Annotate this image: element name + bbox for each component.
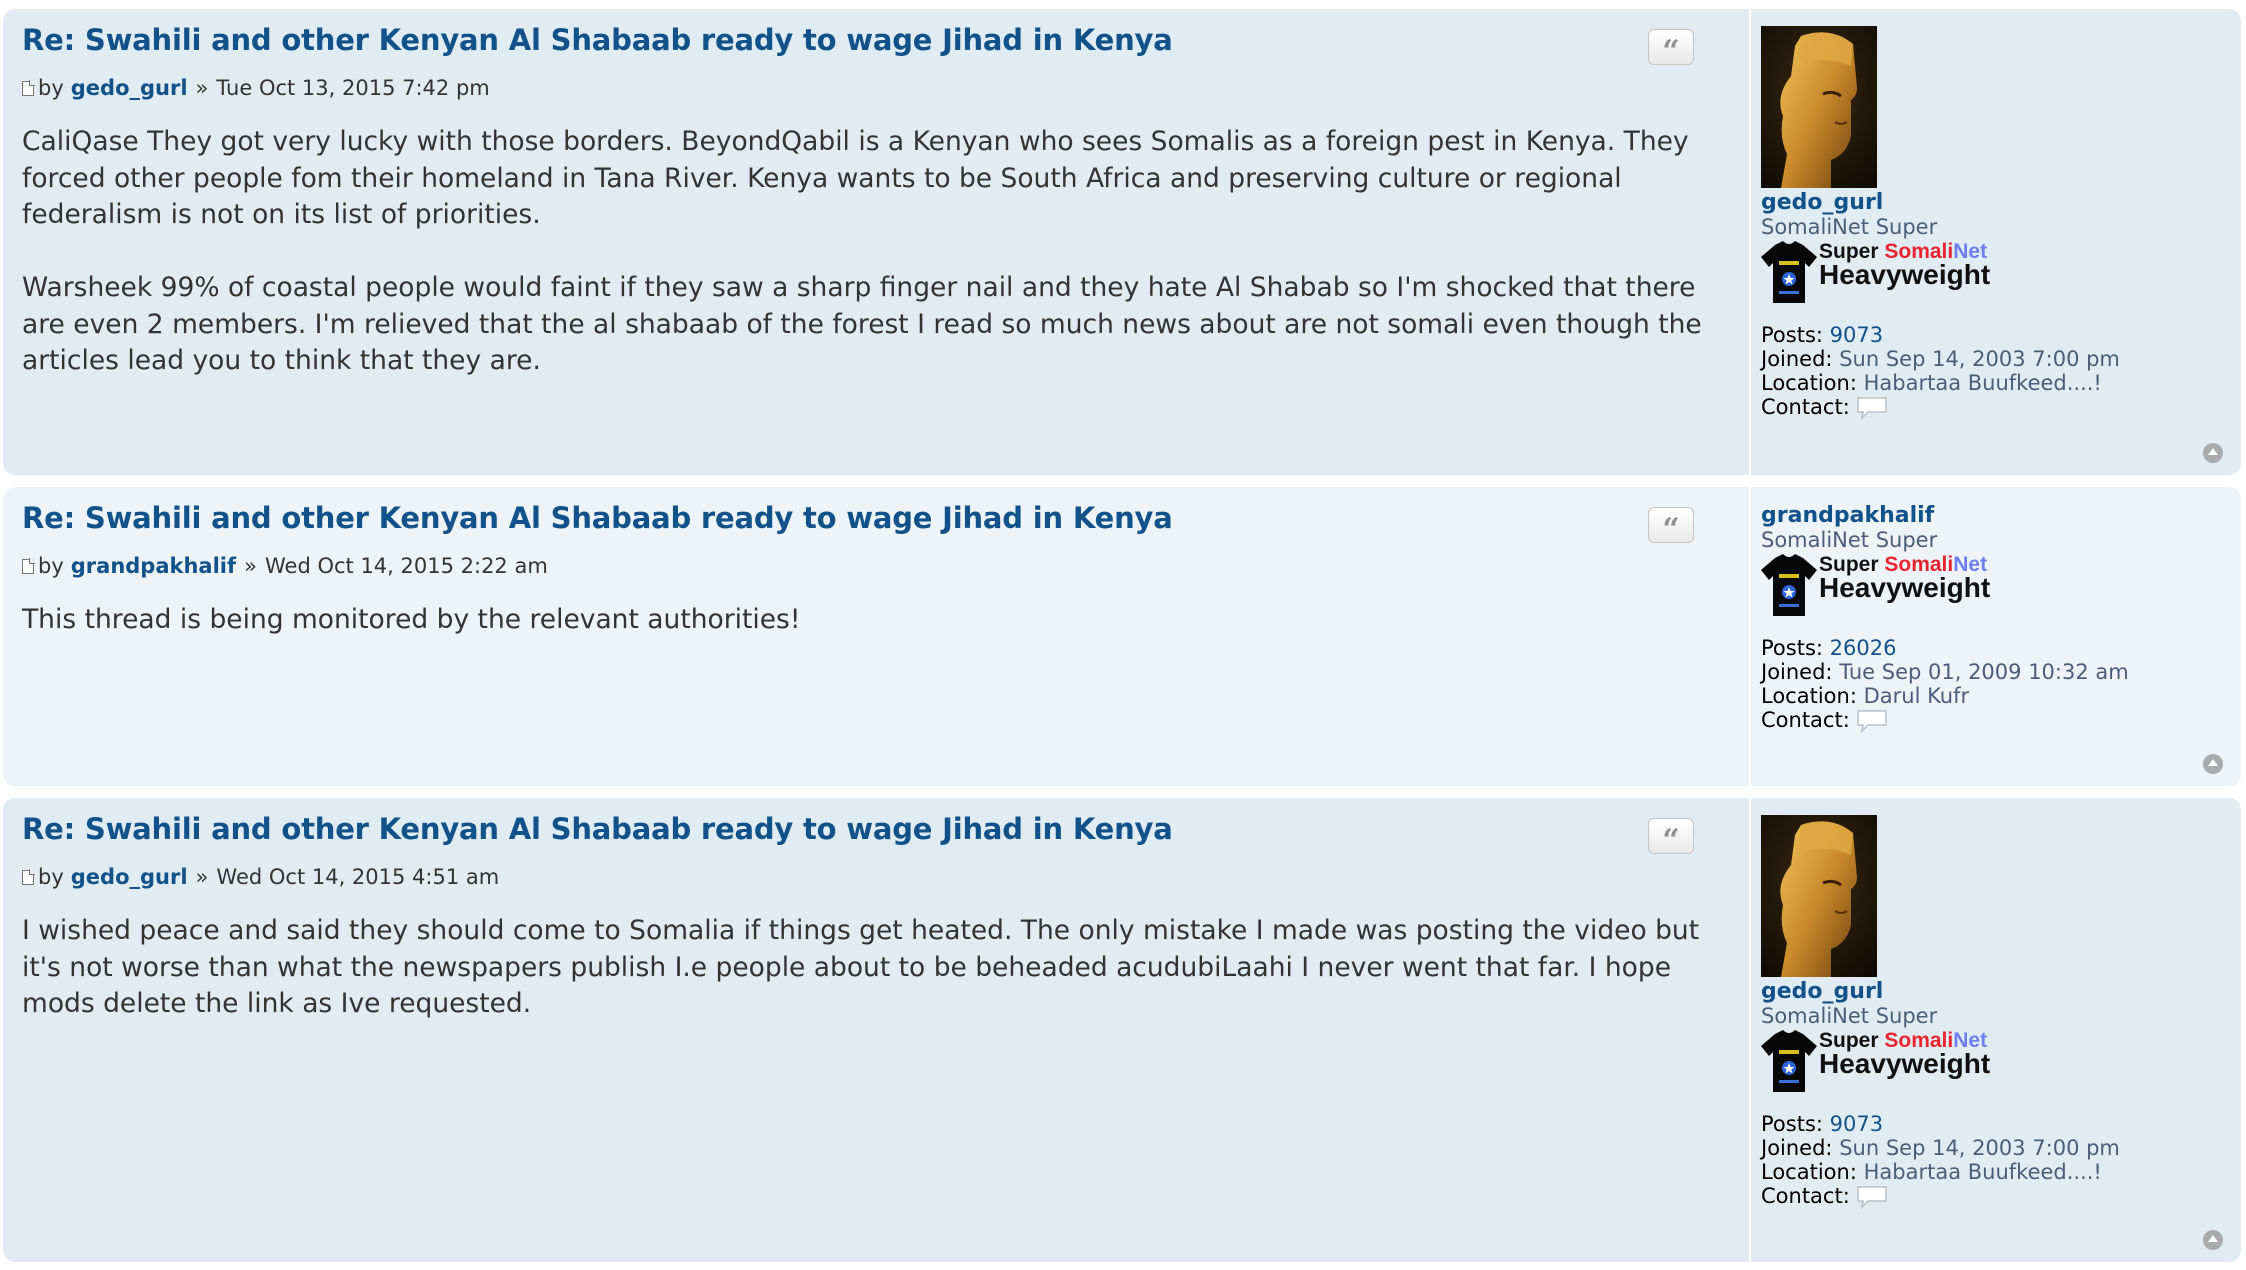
post-date: Wed Oct 14, 2015 2:22 am: [265, 554, 548, 578]
post-content: CaliQase They got very lucky with those …: [22, 124, 1702, 416]
post-profile: gedo_gurl SomaliNet Super Super SomaliNe…: [1749, 797, 2231, 1262]
joined-date: Sun Sep 14, 2003 7:00 pm: [1839, 1136, 2120, 1160]
post-meta: by gedo_gurl » Wed Oct 14, 2015 4:51 am: [22, 865, 499, 889]
rank-badge: Super SomaliNet Heavyweight: [1761, 1029, 2001, 1092]
tshirt-icon: [1761, 241, 1817, 303]
post-content: This thread is being monitored by the re…: [22, 602, 1702, 675]
post-date: Wed Oct 14, 2015 4:51 am: [216, 865, 500, 889]
location-value: Habartaa Buufkeed....!: [1863, 371, 2102, 395]
badge-line2: Heavyweight: [1819, 259, 1991, 290]
location-value: Habartaa Buufkeed....!: [1863, 1160, 2102, 1184]
back-to-top-icon[interactable]: [2203, 443, 2223, 463]
post-paragraph: I wished peace and said they should come…: [22, 915, 1700, 1019]
quote-button[interactable]: “: [1648, 818, 1694, 858]
post-paragraph: This thread is being monitored by the re…: [22, 604, 801, 635]
location-value: Darul Kufr: [1863, 684, 1970, 708]
rank-title: SomaliNet Super: [1761, 1004, 1938, 1028]
location-label: Location:: [1761, 371, 1857, 395]
post-profile: gedo_gurl SomaliNet Super Super SomaliNe…: [1749, 8, 2231, 475]
joined-label: Joined:: [1761, 347, 1833, 371]
back-to-top-icon[interactable]: [2203, 754, 2223, 774]
badge-line2: Heavyweight: [1819, 572, 1991, 603]
joined-date: Tue Sep 01, 2009 10:32 am: [1839, 660, 2129, 684]
user-avatar[interactable]: [1761, 26, 1877, 188]
post-content: I wished peace and said they should come…: [22, 913, 1702, 1059]
post-meta: by grandpakhalif » Wed Oct 14, 2015 2:22…: [22, 554, 548, 578]
posts-count-link[interactable]: 9073: [1830, 1112, 1883, 1136]
author-link[interactable]: grandpakhalif: [71, 554, 236, 578]
post-icon[interactable]: [22, 869, 35, 885]
meta-separator: »: [244, 554, 257, 578]
meta-separator: »: [195, 865, 209, 889]
joined-label: Joined:: [1761, 660, 1833, 684]
quote-icon: “: [1662, 512, 1680, 547]
posts-count-link[interactable]: 9073: [1830, 323, 1883, 347]
by-label: by: [38, 865, 64, 889]
profile-details: Posts: 9073 Joined: Sun Sep 14, 2003 7:0…: [1761, 323, 2120, 420]
rank-badge: Super SomaliNet Heavyweight: [1761, 240, 2001, 303]
quote-icon: “: [1662, 34, 1680, 69]
post-title-link[interactable]: Re: Swahili and other Kenyan Al Shabaab …: [22, 812, 1173, 846]
post-paragraph: CaliQase They got very lucky with those …: [22, 126, 1689, 230]
posts-label: Posts:: [1761, 636, 1823, 660]
post-meta: by gedo_gurl » Tue Oct 13, 2015 7:42 pm: [22, 76, 490, 100]
author-link[interactable]: gedo_gurl: [71, 76, 188, 100]
author-link[interactable]: gedo_gurl: [71, 865, 188, 889]
post-icon[interactable]: [22, 80, 35, 96]
quote-icon: “: [1662, 823, 1680, 858]
posts-label: Posts:: [1761, 1112, 1823, 1136]
rank-badge: Super SomaliNet Heavyweight: [1761, 553, 2001, 616]
speech-bubble-icon[interactable]: [1856, 396, 1888, 420]
profile-details: Posts: 9073 Joined: Sun Sep 14, 2003 7:0…: [1761, 1112, 2120, 1209]
rank-title: SomaliNet Super: [1761, 528, 1938, 552]
contact-label: Contact:: [1761, 708, 1850, 732]
post-profile: grandpakhalif SomaliNet Super Super Soma…: [1749, 486, 2231, 786]
location-label: Location:: [1761, 1160, 1857, 1184]
user-avatar[interactable]: [1761, 815, 1877, 977]
post-title-link[interactable]: Re: Swahili and other Kenyan Al Shabaab …: [22, 23, 1173, 57]
speech-bubble-icon[interactable]: [1856, 1185, 1888, 1209]
badge-line2: Heavyweight: [1819, 1048, 1991, 1079]
meta-separator: »: [195, 76, 209, 100]
quote-button[interactable]: “: [1648, 507, 1694, 547]
tshirt-icon: [1761, 1030, 1817, 1092]
profile-username[interactable]: gedo_gurl: [1761, 980, 2120, 1004]
back-to-top-icon[interactable]: [2203, 1230, 2223, 1250]
posts-label: Posts:: [1761, 323, 1823, 347]
quote-button[interactable]: “: [1648, 29, 1694, 69]
joined-label: Joined:: [1761, 1136, 1833, 1160]
posts-count-link[interactable]: 26026: [1830, 636, 1897, 660]
profile-details: Posts: 26026 Joined: Tue Sep 01, 2009 10…: [1761, 636, 2129, 733]
by-label: by: [38, 554, 64, 578]
rank-title: SomaliNet Super: [1761, 215, 1938, 239]
profile-username[interactable]: gedo_gurl: [1761, 191, 2120, 215]
post: Re: Swahili and other Kenyan Al Shabaab …: [3, 797, 2241, 1262]
post: Re: Swahili and other Kenyan Al Shabaab …: [3, 8, 2241, 475]
speech-bubble-icon[interactable]: [1856, 709, 1888, 733]
post-date: Tue Oct 13, 2015 7:42 pm: [216, 76, 490, 100]
tshirt-icon: [1761, 554, 1817, 616]
post-paragraph: Warsheek 99% of coastal people would fai…: [22, 272, 1702, 376]
joined-date: Sun Sep 14, 2003 7:00 pm: [1839, 347, 2120, 371]
post: Re: Swahili and other Kenyan Al Shabaab …: [3, 486, 2241, 786]
by-label: by: [38, 76, 64, 100]
contact-label: Contact:: [1761, 1184, 1850, 1208]
post-icon[interactable]: [22, 558, 35, 574]
location-label: Location:: [1761, 684, 1857, 708]
post-title-link[interactable]: Re: Swahili and other Kenyan Al Shabaab …: [22, 501, 1173, 535]
profile-username[interactable]: grandpakhalif: [1761, 504, 2129, 528]
contact-label: Contact:: [1761, 395, 1850, 419]
